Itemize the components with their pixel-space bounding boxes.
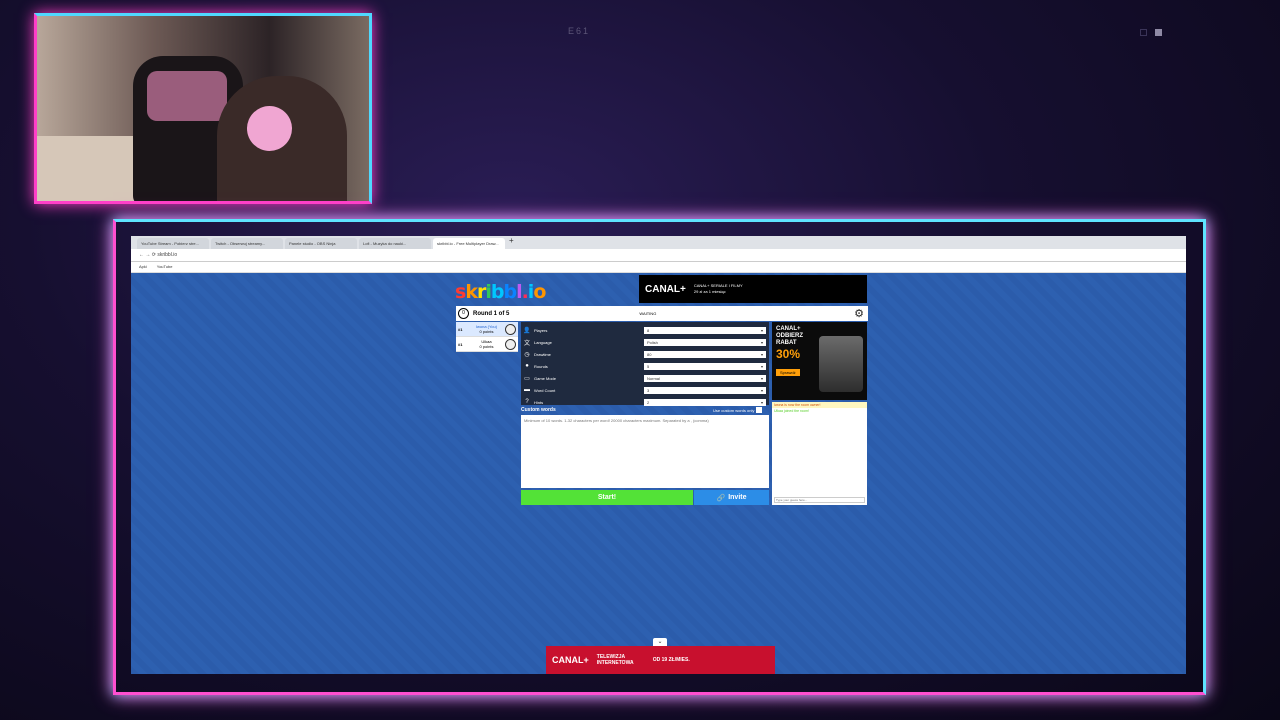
ad-banner-bottom[interactable]: CANAL+ TELEWIZJA INTERNETOWA OD 19 ZŁ/MI… bbox=[546, 646, 775, 674]
url-text[interactable]: skribbl.io bbox=[157, 252, 177, 258]
game-header: 0 Round 1 of 5 WAITING ⚙ bbox=[456, 306, 868, 321]
deco-square bbox=[1140, 29, 1147, 36]
setting-rounds: ● Rounds 5 ▾ bbox=[521, 360, 769, 372]
custom-words-label: Custom words bbox=[521, 407, 556, 413]
setting-game-mode: ▭ Game Mode Normal ▾ bbox=[521, 372, 769, 384]
word-count-select[interactable]: 3 ▾ bbox=[644, 386, 766, 394]
setting-language: 文 Language Polish ▾ bbox=[521, 336, 769, 348]
invite-label: Invite bbox=[728, 494, 747, 501]
invite-button[interactable]: 🔗 Invite bbox=[694, 490, 769, 505]
ad-side-button[interactable]: Sprawdź bbox=[776, 369, 800, 376]
custom-only-label: Use custom words only bbox=[713, 407, 755, 413]
setting-word-count: ▬ Word Count 3 ▾ bbox=[521, 384, 769, 396]
player-row[interactable]: #1 Ulkaa 0 points bbox=[456, 337, 518, 352]
custom-words-only: Use custom words only bbox=[713, 407, 763, 413]
setting-players: 👤 Players 8 ▾ bbox=[521, 324, 769, 336]
ad-text: CANAL+ SERIALE I FILMY bbox=[693, 283, 743, 288]
setting-label: Language bbox=[534, 339, 552, 345]
language-icon: 文 bbox=[523, 340, 530, 347]
hints-select[interactable]: 2 ▾ bbox=[644, 398, 766, 406]
ad-banner-top[interactable]: CANAL+ CANAL+ SERIALE I FILMY 29 zł za 1… bbox=[639, 275, 867, 303]
address-bar[interactable]: ← → ⟳ skribbl.io bbox=[131, 249, 1186, 262]
browser-window: YouTube Stream - Pobierz stre... Twitch … bbox=[131, 236, 1186, 674]
tab-bar: YouTube Stream - Pobierz stre... Twitch … bbox=[131, 236, 1186, 249]
avatar bbox=[505, 323, 516, 335]
back-icon[interactable]: ← bbox=[139, 252, 144, 258]
game-status: WAITING bbox=[639, 311, 657, 316]
setting-label: Rounds bbox=[534, 363, 548, 369]
chevron-down-icon[interactable]: ⌄ bbox=[653, 638, 667, 646]
player-rank: #1 bbox=[458, 341, 463, 347]
bookmark-item[interactable]: YouTube bbox=[157, 264, 173, 270]
reload-icon[interactable]: ⟳ bbox=[152, 252, 156, 258]
ad-subtext: 29 zł za 1 miesiąc bbox=[693, 289, 726, 294]
player-points: 0 points bbox=[479, 329, 494, 334]
webcam-headset bbox=[247, 106, 292, 151]
bookmark-item[interactable]: Apki bbox=[139, 264, 147, 270]
chat-panel: Iwona is now the room owner! Ulkaa joine… bbox=[772, 402, 867, 505]
setting-label: Game Mode bbox=[534, 375, 557, 381]
setting-drawtime: ◷ Drawtime 80 ▾ bbox=[521, 348, 769, 360]
browser-tab[interactable]: Twitch - Obserwuj streamy... bbox=[211, 238, 283, 249]
rounds-icon: ● bbox=[525, 363, 529, 369]
webcam-chair-accent bbox=[147, 71, 227, 121]
gamepad-icon: ▭ bbox=[524, 375, 530, 382]
gear-icon[interactable]: ⚙ bbox=[854, 307, 864, 320]
setting-label: Hints bbox=[534, 399, 544, 405]
ad-side-title: CANAL+ ODBIERZ RABAT bbox=[776, 326, 803, 346]
player-row[interactable]: #1 Iwona (You) 0 points bbox=[456, 322, 518, 337]
chat-message: Ulkaa joined the room! bbox=[774, 409, 810, 413]
browser-tab[interactable]: Panele studio - OBS Ninja bbox=[285, 238, 357, 249]
player-points: 0 points bbox=[479, 344, 494, 349]
setting-label: Drawtime bbox=[534, 351, 551, 357]
player-list: #1 Iwona (You) 0 points #1 Ulkaa 0 point… bbox=[456, 322, 518, 352]
clock-icon: ◷ bbox=[524, 351, 530, 358]
language-select[interactable]: Polish ▾ bbox=[644, 338, 766, 346]
webcam-frame bbox=[34, 13, 372, 204]
skribbl-page: skribbl.io CANAL+ CANAL+ SERIALE I FILMY… bbox=[131, 273, 1186, 674]
hint-icon: ? bbox=[525, 399, 529, 405]
round-counter: Round 1 of 5 bbox=[473, 310, 510, 317]
game-settings-panel: 👤 Players 8 ▾ 文 Language Polish ▾ ◷ Drawti… bbox=[521, 322, 769, 406]
link-icon: 🔗 bbox=[716, 494, 726, 502]
players-icon: 👤 bbox=[523, 327, 531, 334]
chat-input[interactable] bbox=[774, 497, 865, 503]
browser-tab[interactable]: Lofi - Muzyka do nauki... bbox=[359, 238, 431, 249]
ad-banner-side[interactable]: CANAL+ ODBIERZ RABAT 30% Sprawdź bbox=[772, 322, 867, 400]
ad-bottom-price: OD 19 ZŁ/MIES. bbox=[652, 657, 690, 663]
setting-label: Word Count bbox=[534, 387, 556, 393]
browser-tab-active[interactable]: skribbl.io - Free Multiplayer Draw... bbox=[433, 238, 505, 249]
webcam-feed bbox=[37, 16, 369, 201]
forward-icon[interactable]: → bbox=[145, 252, 150, 258]
bookmarks-bar: Apki YouTube bbox=[131, 262, 1186, 273]
game-mode-select[interactable]: Normal ▾ bbox=[644, 374, 766, 382]
avatar bbox=[505, 338, 516, 350]
overlay-label: E61 bbox=[568, 26, 591, 36]
browser-tab[interactable]: YouTube Stream - Pobierz stre... bbox=[137, 238, 209, 249]
ad-image bbox=[819, 336, 863, 392]
new-tab-button[interactable]: + bbox=[509, 236, 514, 249]
skribbl-logo[interactable]: skribbl.io bbox=[455, 281, 546, 303]
players-select[interactable]: 8 ▾ bbox=[644, 326, 766, 334]
setting-label: Players bbox=[534, 327, 548, 333]
rounds-select[interactable]: 5 ▾ bbox=[644, 362, 766, 370]
custom-only-checkbox[interactable] bbox=[756, 407, 763, 413]
ad-bottom-text: TELEWIZJA INTERNETOWA bbox=[596, 654, 634, 666]
word-icon: ▬ bbox=[524, 387, 530, 393]
custom-words-input[interactable] bbox=[521, 415, 769, 488]
clock-icon: 0 bbox=[458, 308, 469, 319]
ad-brand: CANAL+ bbox=[645, 283, 686, 295]
ad-bottom-brand: CANAL+ bbox=[552, 655, 589, 665]
player-rank: #1 bbox=[458, 326, 463, 332]
drawtime-select[interactable]: 80 ▾ bbox=[644, 350, 766, 358]
start-button[interactable]: Start! bbox=[521, 490, 693, 505]
deco-square bbox=[1155, 29, 1162, 36]
